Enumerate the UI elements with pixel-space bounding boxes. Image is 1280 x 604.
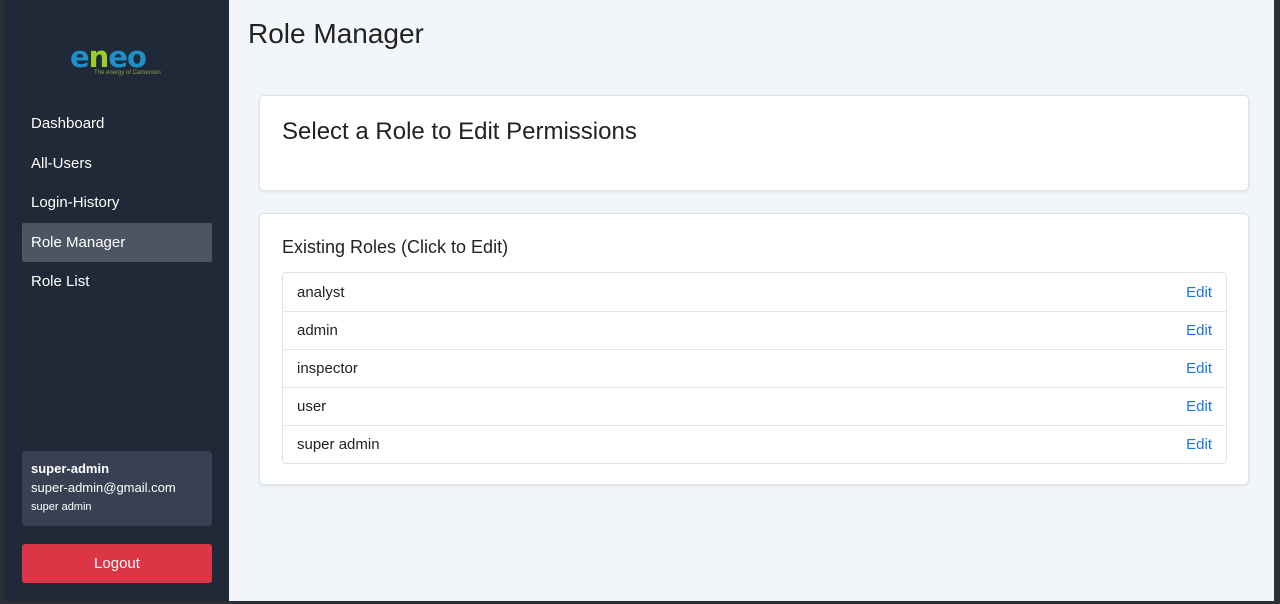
role-name: admin [297,322,338,339]
user-role: super admin [31,501,92,513]
eneo-logo: eneo The energy of Cameroon [70,42,166,82]
role-row-user[interactable]: user Edit [283,387,1226,425]
logo-tagline: The energy of Cameroon [94,70,161,76]
role-name: super admin [297,436,380,453]
edit-role-link[interactable]: Edit [1186,360,1212,377]
logo-letter-n: n [88,40,110,74]
sidebar-nav: Dashboard All-Users Login-History Role M… [22,104,212,302]
main-content: Role Manager Select a Role to Edit Permi… [229,0,1274,601]
app-window: eneo The energy of Cameroon Dashboard Al… [4,0,1274,601]
user-name: super-admin [31,461,110,476]
role-name: user [297,398,327,415]
sidebar-item-dashboard[interactable]: Dashboard [22,104,212,144]
edit-role-link[interactable]: Edit [1186,398,1212,415]
edit-role-link[interactable]: Edit [1186,436,1212,453]
select-role-card: Select a Role to Edit Permissions [259,95,1249,191]
logo-letters-eo: eo [108,40,147,74]
sidebar-item-login-history[interactable]: Login-History [22,183,212,223]
logo-wordmark: eneo [70,42,166,72]
sidebar-item-all-users[interactable]: All-Users [22,144,212,184]
existing-roles-card: Existing Roles (Click to Edit) analyst E… [259,213,1249,485]
select-role-heading: Select a Role to Edit Permissions [282,118,637,145]
role-row-super-admin[interactable]: super admin Edit [283,425,1226,463]
role-name: inspector [297,360,358,377]
existing-roles-heading: Existing Roles (Click to Edit) [282,237,509,257]
logout-button[interactable]: Logout [22,544,212,583]
role-name: analyst [297,283,345,301]
role-row-analyst[interactable]: analyst Edit [283,273,1226,311]
sidebar: eneo The energy of Cameroon Dashboard Al… [4,0,229,601]
logo-letter-e: e [70,40,90,74]
sidebar-item-role-list[interactable]: Role List [22,262,212,302]
edit-role-link[interactable]: Edit [1186,322,1212,339]
role-row-inspector[interactable]: inspector Edit [283,349,1226,387]
role-list: analyst Edit admin Edit inspector Edit u… [282,272,1227,464]
user-info-card: super-admin super-admin@gmail.com super … [22,451,212,526]
user-email: super-admin@gmail.com [31,480,176,495]
role-row-admin[interactable]: admin Edit [283,311,1226,349]
sidebar-item-role-manager[interactable]: Role Manager [22,222,212,262]
edit-role-link[interactable]: Edit [1186,284,1212,301]
page-title: Role Manager [248,18,424,49]
